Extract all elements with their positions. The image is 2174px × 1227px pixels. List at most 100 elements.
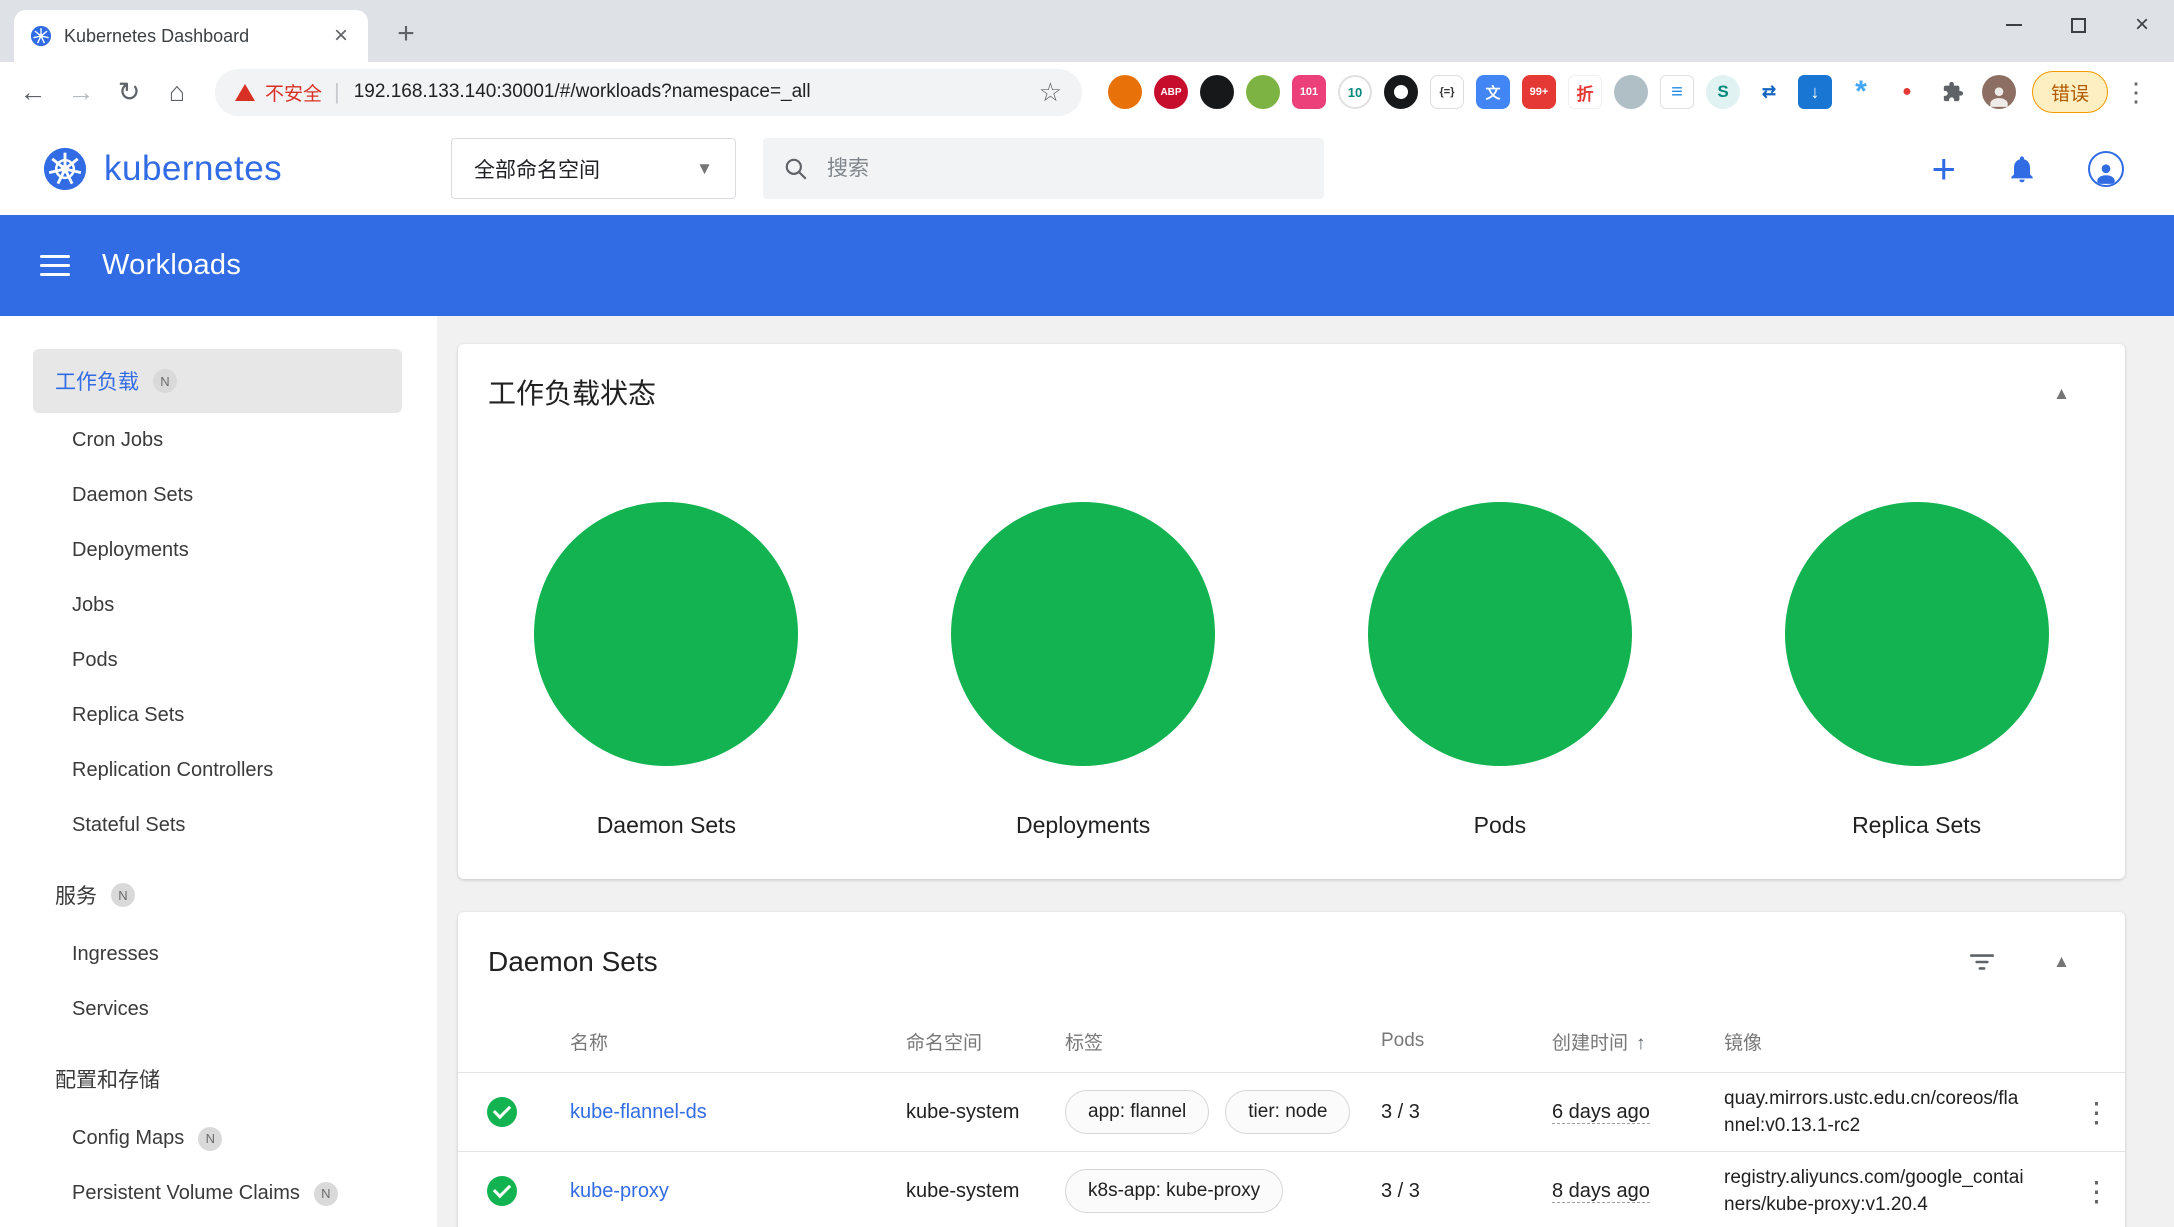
images-cell: quay.mirrors.ustc.edu.cn/coreos/flannel:… — [1724, 1085, 2068, 1139]
url-text[interactable]: 192.168.133.140:30001/#/workloads?namesp… — [354, 81, 1039, 103]
sidebar-item-config-maps[interactable]: Config Maps N — [33, 1111, 402, 1166]
filter-icon[interactable] — [1967, 947, 1997, 977]
chart-deployments: Deployments — [875, 502, 1292, 839]
sidebar-item-pods[interactable]: Pods — [33, 633, 402, 688]
column-created[interactable]: 创建时间↑ — [1552, 1028, 1724, 1055]
extension-icon-4[interactable] — [1246, 75, 1280, 109]
sidebar-item-daemon-sets[interactable]: Daemon Sets — [33, 468, 402, 523]
extension-icon-3[interactable] — [1200, 75, 1234, 109]
app-toolbar: Workloads — [0, 215, 2174, 316]
insecure-warning-icon[interactable] — [235, 84, 255, 101]
sidebar-item-label: Replication Controllers — [72, 759, 273, 782]
home-icon[interactable]: ⌂ — [157, 72, 197, 112]
url-divider: | — [334, 79, 340, 105]
daemon-sets-table: 名称 命名空间 标签 Pods 创建时间↑ 镜像 kube-flannel-ds… — [458, 1010, 2125, 1227]
sidebar-item-config-storage-section[interactable]: 配置和存储 — [33, 1047, 402, 1111]
search-box[interactable] — [763, 138, 1324, 199]
collapse-card-icon[interactable]: ▲ — [2053, 384, 2070, 404]
column-pods[interactable]: Pods — [1381, 1030, 1552, 1052]
extension-icon-7[interactable] — [1384, 75, 1418, 109]
column-namespace[interactable]: 命名空间 — [906, 1028, 1065, 1055]
extensions-strip: ABP 101 10 {=} 文 99+ 折 ≡ S ⇄ ↓ * ● — [1108, 75, 2016, 109]
column-labels[interactable]: 标签 — [1065, 1028, 1381, 1055]
browser-tab-strip: Kubernetes Dashboard × + × — [0, 0, 2174, 62]
extension-icon-13[interactable]: ≡ — [1660, 75, 1694, 109]
row-menu-icon[interactable]: ⋮ — [2083, 1096, 2111, 1129]
extension-icon-17[interactable]: * — [1844, 75, 1878, 109]
sidebar-item-ingresses[interactable]: Ingresses — [33, 927, 402, 982]
address-bar[interactable]: 不安全 | 192.168.133.140:30001/#/workloads?… — [215, 69, 1082, 116]
search-icon — [783, 156, 809, 182]
maximize-button[interactable] — [2046, 0, 2110, 50]
minimize-button[interactable] — [1982, 0, 2046, 50]
refresh-icon[interactable]: ↻ — [109, 72, 149, 112]
sidebar-item-persistent-volume-claims[interactable]: Persistent Volume Claims N — [33, 1166, 402, 1221]
sort-ascending-icon[interactable]: ↑ — [1636, 1033, 1646, 1054]
sidebar-item-workloads[interactable]: 工作负载 N — [33, 349, 402, 413]
table-row: kube-proxy kube-system k8s-app: kube-pro… — [458, 1152, 2125, 1227]
extension-icon-18[interactable]: ● — [1890, 75, 1924, 109]
user-account-icon[interactable] — [2088, 151, 2124, 187]
row-menu-icon[interactable]: ⋮ — [2083, 1175, 2111, 1208]
new-tab-button[interactable]: + — [386, 14, 426, 54]
kubernetes-logo[interactable]: kubernetes — [42, 146, 282, 192]
profile-avatar[interactable] — [1982, 75, 2016, 109]
extension-icon-14[interactable]: S — [1706, 75, 1740, 109]
browser-tab[interactable]: Kubernetes Dashboard × — [14, 10, 368, 62]
namespaced-badge: N — [198, 1127, 222, 1151]
content-area: 工作负载 N Cron Jobs Daemon Sets Deployments… — [0, 316, 2174, 1227]
chart-replica-sets: Replica Sets — [1708, 502, 2125, 839]
extension-icon-6[interactable]: 10 — [1338, 75, 1372, 109]
extension-icon-5[interactable]: 101 — [1292, 75, 1326, 109]
column-images[interactable]: 镜像 — [1724, 1028, 2068, 1055]
sidebar-item-replica-sets[interactable]: Replica Sets — [33, 688, 402, 743]
sidebar-item-replication-controllers[interactable]: Replication Controllers — [33, 743, 402, 798]
browser-error-button[interactable]: 错误 — [2032, 71, 2108, 113]
extension-icon-1[interactable] — [1108, 75, 1142, 109]
sidebar-item-label: Replica Sets — [72, 704, 184, 727]
sidebar-item-services[interactable]: Services — [33, 982, 402, 1037]
search-input[interactable] — [827, 157, 1267, 181]
namespaced-badge: N — [314, 1182, 338, 1206]
hamburger-menu-icon[interactable] — [40, 255, 70, 276]
browser-error-label: 错误 — [2051, 79, 2089, 106]
forward-icon[interactable]: → — [61, 72, 101, 112]
kubernetes-header: kubernetes 全部命名空间 ▼ + — [0, 122, 2174, 215]
column-name[interactable]: 名称 — [570, 1028, 906, 1055]
sidebar-item-jobs[interactable]: Jobs — [33, 578, 402, 633]
sidebar-item-cron-jobs[interactable]: Cron Jobs — [33, 413, 402, 468]
workload-status-card: 工作负载状态 ▲ Daemon Sets Deployments Pods — [458, 344, 2125, 879]
tab-close-icon[interactable]: × — [330, 24, 352, 48]
extensions-puzzle-icon[interactable] — [1936, 75, 1970, 109]
create-resource-icon[interactable]: + — [1931, 148, 1956, 190]
close-button[interactable]: × — [2110, 0, 2174, 50]
insecure-label[interactable]: 不安全 — [265, 79, 322, 106]
sidebar-item-stateful-sets[interactable]: Stateful Sets — [33, 798, 402, 853]
bookmark-star-icon[interactable]: ☆ — [1039, 77, 1062, 108]
extension-icon-16[interactable]: ↓ — [1798, 75, 1832, 109]
pods-cell: 3 / 3 — [1381, 1101, 1552, 1124]
extension-icon-15[interactable]: ⇄ — [1752, 75, 1786, 109]
sidebar-item-services-section[interactable]: 服务 N — [33, 863, 402, 927]
namespace-selector[interactable]: 全部命名空间 ▼ — [451, 138, 736, 199]
extension-icon-9[interactable]: 文 — [1476, 75, 1510, 109]
chrome-menu-icon[interactable]: ⋮ — [2116, 72, 2156, 112]
sidebar-item-label: Config Maps — [72, 1127, 184, 1150]
back-icon[interactable]: ← — [13, 72, 53, 112]
notifications-bell-icon[interactable] — [2006, 153, 2038, 185]
sidebar-item-label: 工作负载 — [55, 366, 139, 396]
sidebar-item-deployments[interactable]: Deployments — [33, 523, 402, 578]
daemonset-name-link[interactable]: kube-proxy — [570, 1180, 906, 1203]
daemonset-name-link[interactable]: kube-flannel-ds — [570, 1101, 906, 1124]
pie-chart — [1368, 502, 1632, 766]
extension-icon-11[interactable]: 折 — [1568, 75, 1602, 109]
images-cell: registry.aliyuncs.com/google_containers/… — [1724, 1164, 2068, 1218]
label-chip: tier: node — [1225, 1090, 1350, 1134]
collapse-card-icon[interactable]: ▲ — [2053, 952, 2070, 972]
extension-icon-2[interactable]: ABP — [1154, 75, 1188, 109]
extension-icon-10[interactable]: 99+ — [1522, 75, 1556, 109]
extension-icon-12[interactable] — [1614, 75, 1648, 109]
extension-icon-8[interactable]: {=} — [1430, 75, 1464, 109]
pie-chart — [951, 502, 1215, 766]
sidebar-item-label: Services — [72, 998, 149, 1021]
